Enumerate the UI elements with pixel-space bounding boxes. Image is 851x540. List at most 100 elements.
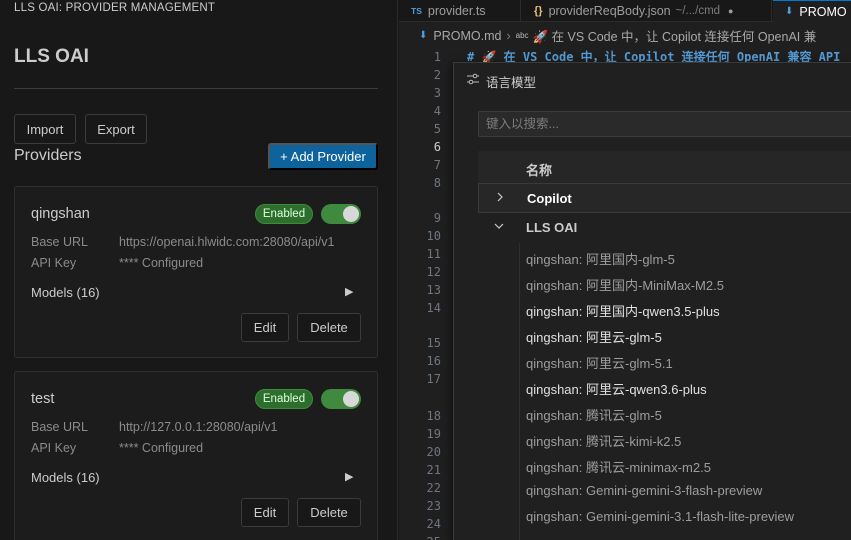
api-key-value: **** Configured [119,441,204,455]
line-number: 16 [426,354,441,368]
line-number: 1 [433,50,441,64]
line-number: 15 [426,336,441,350]
breadcrumb-file[interactable]: PROMO.md [433,29,501,43]
breadcrumb-symbol[interactable]: 🚀 在 VS Code 中，让 Copilot 连接任何 OpenAI 兼 [533,26,817,45]
model-item[interactable]: qingshan: Gemini-gemini-3.1-flash-lite-p… [526,509,794,524]
line-number: 17 [426,372,441,386]
toggle-knob [343,391,359,407]
base-url-value: https://openai.hlwidc.com:28080/api/v1 [119,235,335,249]
tab-provider-ts[interactable]: TS provider.ts [399,0,521,22]
enable-toggle[interactable] [321,389,361,409]
tab-provider-req-body-json[interactable]: {} providerReqBody.json ~/.../cmd ● [522,0,772,22]
line-number: 3 [433,86,441,100]
api-key-value: **** Configured [119,256,204,270]
line-number: 10 [426,229,441,243]
group-row-copilot[interactable]: Copilot [478,183,851,213]
line-number: 6 [433,140,441,154]
panel-title: LLS OAI: PROVIDER MANAGEMENT [14,2,216,14]
column-header-name[interactable]: 名称 [478,151,851,185]
line-number: 9 [433,211,441,225]
model-item[interactable]: qingshan: 腾讯云-minimax-m2.5 [526,457,711,476]
add-provider-button[interactable]: + Add Provider [268,143,378,170]
column-header-label: 名称 [526,163,553,178]
group-row-lls-oai[interactable]: LLS OAI [478,213,851,243]
api-key-label: API Key [31,256,77,270]
tree-indent-guide [519,243,520,540]
model-search-input[interactable] [478,111,851,137]
string-symbol-icon: abc [515,31,529,40]
base-url-value: http://127.0.0.1:28080/api/v1 [119,420,278,434]
model-item[interactable]: qingshan: 腾讯云-kimi-k2.5 [526,431,681,450]
sliders-icon [467,73,479,85]
models-toggle[interactable]: Models (16) [31,285,100,300]
delete-button[interactable]: Delete [297,498,361,527]
expand-arrow-icon[interactable]: ▶ [345,285,353,298]
model-item[interactable]: qingshan: 阿里国内-MiniMax-M2.5 [526,275,724,294]
line-number: 7 [433,158,441,172]
line-number: 2 [433,68,441,82]
json-file-icon: {} [534,5,543,17]
line-number: 25 [427,535,441,540]
provider-name: test [31,391,55,407]
line-number: 21 [426,463,441,477]
breadcrumb: ⬇ PROMO.md › abc 🚀 在 VS Code 中，让 Copilot… [419,26,816,45]
export-button[interactable]: Export [85,114,147,144]
group-label: LLS OAI [526,220,578,235]
group-label: Copilot [527,191,572,206]
model-item[interactable]: qingshan: 阿里云-glm-5 [526,327,662,346]
tab-label: PROMO [799,4,847,19]
base-url-label: Base URL [31,235,88,249]
delete-button[interactable]: Delete [297,313,361,342]
popup-title: 语言模型 [486,76,537,90]
app-title: LLS OAI [14,46,89,67]
line-number: 11 [426,247,441,261]
line-number: 18 [426,409,441,423]
line-number: 5 [433,122,441,136]
status-badge: Enabled [255,204,313,224]
line-number: 12 [426,265,441,279]
line-number: 19 [426,427,441,441]
popup-header: 语言模型 [454,63,851,95]
language-model-popup: 语言模型 名称 Copilot LLS OAI qingshan: 阿里国内-g… [453,62,851,540]
model-item[interactable]: qingshan: 阿里国内-qwen3.5-plus [526,301,720,320]
expand-arrow-icon[interactable]: ▶ [345,470,353,483]
header-divider [14,88,378,89]
model-item[interactable]: qingshan: 阿里国内-glm-5 [526,249,675,268]
enable-toggle[interactable] [321,204,361,224]
chevron-down-icon [494,223,504,229]
toggle-knob [343,206,359,222]
provider-card-qingshan: qingshan Enabled Base URL https://openai… [14,186,378,358]
tab-path: ~/.../cmd [675,5,721,17]
model-item[interactable]: qingshan: 腾讯云-glm-5 [526,405,662,424]
editor-tab-bar: TS provider.ts {} providerReqBody.json ~… [399,0,851,22]
provider-card-test: test Enabled Base URL http://127.0.0.1:2… [14,371,378,540]
base-url-label: Base URL [31,420,88,434]
edit-button[interactable]: Edit [241,498,289,527]
markdown-file-icon: ⬇ [785,6,794,17]
line-number: 13 [426,283,441,297]
line-number: 20 [426,445,441,459]
tab-label: providerReqBody.json [548,4,671,18]
status-badge: Enabled [255,389,313,409]
chevron-right-icon [497,192,503,202]
tab-promo-md[interactable]: ⬇ PROMO [773,0,851,22]
line-number: 24 [426,517,441,531]
import-button[interactable]: Import [14,114,76,144]
tab-label: provider.ts [427,4,486,18]
edit-button[interactable]: Edit [241,313,289,342]
line-number: 8 [433,176,441,190]
chevron-right-icon: › [506,28,511,43]
typescript-file-icon: TS [411,6,422,16]
models-toggle[interactable]: Models (16) [31,470,100,485]
provider-name: qingshan [31,206,90,222]
model-item[interactable]: qingshan: Gemini-gemini-3-flash-preview [526,483,762,498]
provider-management-panel: LLS OAI: PROVIDER MANAGEMENT LLS OAI Imp… [0,0,398,540]
markdown-file-icon: ⬇ [419,30,428,41]
model-item[interactable]: qingshan: 阿里云-qwen3.6-plus [526,379,707,398]
line-number: 23 [426,499,441,513]
unsaved-dot-icon: ● [728,6,734,16]
api-key-label: API Key [31,441,77,455]
model-item[interactable]: qingshan: 阿里云-glm-5.1 [526,353,673,372]
line-number: 14 [426,301,441,315]
line-number: 4 [433,104,441,118]
